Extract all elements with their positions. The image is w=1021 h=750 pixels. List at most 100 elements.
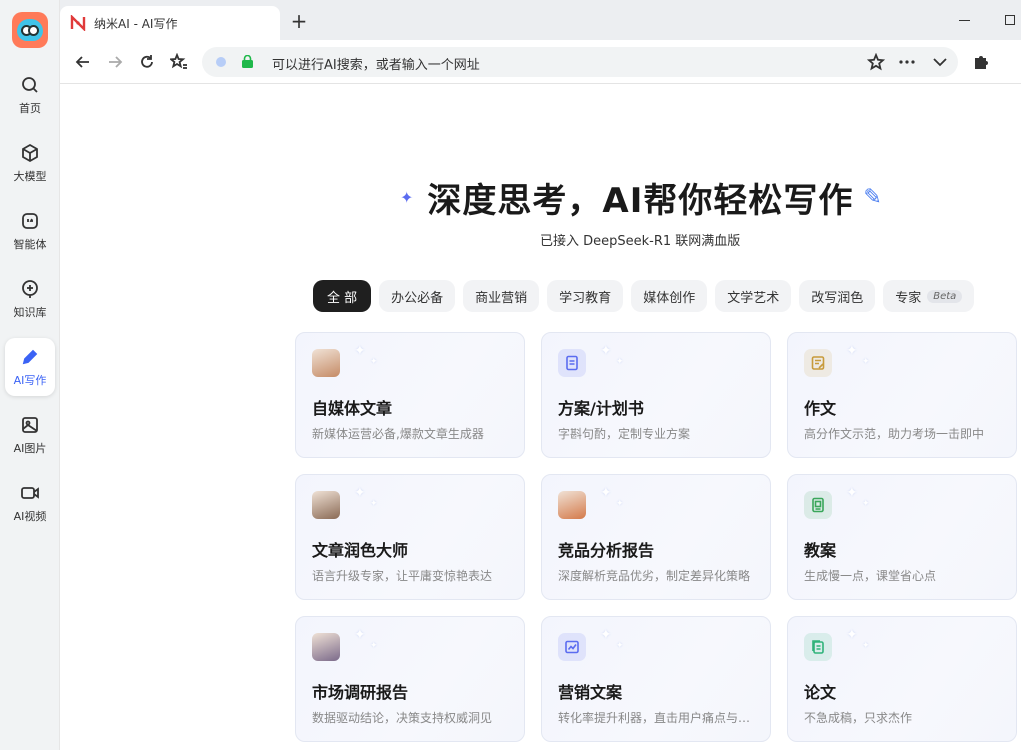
card-title: 论文 [804, 683, 837, 702]
sidebar-item-label: AI图片 [13, 441, 47, 455]
agent-icon [22, 212, 38, 229]
sidebar-item-knowledge[interactable]: 知识库 [5, 270, 55, 328]
sparkle-icon: ✦ [846, 485, 858, 501]
address-placeholder: 可以进行AI搜索，或者输入一个网址 [272, 58, 480, 73]
sidebar-item-ai-writing[interactable]: AI写作 [5, 338, 55, 396]
document-icon [558, 349, 586, 377]
chip-label: 专家 [895, 290, 922, 306]
app-sidebar: 首页 大模型 智能体 知识库 AI写作 AI图片 AI视频 [0, 0, 60, 750]
tab-marketing[interactable]: 商业营销 [463, 280, 540, 312]
forward-button[interactable] [104, 51, 126, 73]
image-icon [22, 416, 38, 433]
card-description: 新媒体运营必备,爆款文章生成器 [312, 427, 484, 441]
notepad-icon [804, 349, 832, 377]
card-description: 语言升级专家，让平庸变惊艳表达 [312, 569, 493, 583]
sparkle-icon: ✦ [616, 499, 624, 509]
card-title: 营销文案 [558, 683, 623, 702]
app-logo-icon[interactable] [12, 12, 48, 48]
analyst-avatar-icon [558, 491, 586, 519]
tab-media[interactable]: 媒体创作 [631, 280, 708, 312]
card-title: 竞品分析报告 [558, 541, 655, 560]
tab-rewrite[interactable]: 改写润色 [799, 280, 876, 312]
nami-logo-icon [70, 15, 86, 31]
sparkle-icon: ✦ [846, 627, 858, 643]
sparkle-icon: ✦ [400, 187, 414, 207]
page-title: 深度思考，AI帮你轻松写作 [427, 180, 854, 221]
card-description: 字斟句酌，定制专业方案 [558, 427, 691, 441]
sparkle-icon: ✦ [862, 499, 870, 509]
favorites-button[interactable] [168, 51, 190, 73]
sidebar-item-home[interactable]: 首页 [5, 66, 55, 124]
card-title: 教案 [804, 541, 837, 560]
knowledge-icon [22, 279, 38, 298]
search-icon [22, 76, 38, 93]
lesson-book-icon [804, 491, 832, 519]
puzzle-icon [975, 56, 988, 69]
back-button[interactable] [72, 51, 94, 73]
beta-badge: Beta [927, 289, 963, 303]
sidebar-item-models[interactable]: 大模型 [5, 134, 55, 192]
template-card[interactable]: ✦ ✦ 教案 生成慢一点，课堂省心点 [787, 474, 1017, 600]
tab-education[interactable]: 学习教育 [547, 280, 624, 312]
sparkle-icon: ✦ [370, 357, 378, 367]
reload-icon [141, 55, 153, 68]
template-card[interactable]: ✦ ✦ 市场调研报告 数据驱动结论，决策支持权威洞见 [295, 616, 525, 742]
template-card[interactable]: ✦ ✦ 竞品分析报告 深度解析竞品优劣，制定差异化策略 [541, 474, 771, 600]
arrow-left-icon [75, 56, 89, 68]
dropdown-button[interactable] [929, 51, 951, 73]
arrow-right-icon [109, 56, 123, 68]
sidebar-item-ai-video[interactable]: AI视频 [5, 474, 55, 532]
more-dots-icon [899, 60, 915, 64]
card-title: 文章润色大师 [312, 541, 409, 560]
reload-button[interactable] [136, 51, 158, 73]
browser-tab[interactable]: 纳米AI - AI写作 [60, 6, 280, 40]
writer-avatar-icon [312, 349, 340, 377]
sidebar-item-label: AI写作 [13, 373, 47, 387]
template-card[interactable]: ✦ ✦ 方案/计划书 字斟句酌，定制专业方案 [541, 332, 771, 458]
lock-icon [242, 55, 253, 68]
research-avatar-icon [312, 633, 340, 661]
sidebar-item-label: 智能体 [13, 237, 47, 251]
sparkle-icon: ✦ [600, 485, 612, 501]
address-bar[interactable]: 可以进行AI搜索，或者输入一个网址 [202, 47, 958, 77]
template-card[interactable]: ✦ ✦ 自媒体文章 新媒体运营必备,爆款文章生成器 [295, 332, 525, 458]
sparkle-icon: ✦ [862, 357, 870, 367]
hero-heading: ✦ 深度思考，AI帮你轻松写作 ✎ [400, 172, 920, 222]
tab-office[interactable]: 办公必备 [379, 280, 456, 312]
card-title: 自媒体文章 [312, 399, 393, 418]
sparkle-icon: ✦ [370, 641, 378, 651]
more-button[interactable] [896, 51, 918, 73]
tab-literature[interactable]: 文学艺术 [715, 280, 792, 312]
card-description: 数据驱动结论，决策支持权威洞见 [312, 711, 493, 725]
star-icon [867, 53, 885, 71]
maximize-button[interactable] [1000, 10, 1020, 30]
sidebar-item-label: AI视频 [13, 509, 47, 523]
paper-icon [804, 633, 832, 661]
sidebar-item-ai-image[interactable]: AI图片 [5, 406, 55, 464]
template-card[interactable]: ✦ ✦ 营销文案 转化率提升利器，直击用户痛点与需求 [541, 616, 771, 742]
tab-all[interactable]: 全 部 [313, 280, 372, 312]
template-card[interactable]: ✦ ✦ 论文 不急成稿，只求杰作 [787, 616, 1017, 742]
sparkle-icon: ✦ [616, 641, 624, 651]
sparkle-icon: ✦ [846, 343, 858, 359]
sparkle-icon: ✦ [616, 357, 624, 367]
video-icon [21, 486, 39, 499]
category-tabs: 全 部 办公必备 商业营销 学习教育 媒体创作 文学艺术 改写润色 专家 Bet… [313, 280, 975, 312]
sparkle-icon: ✦ [354, 627, 366, 643]
new-tab-button[interactable]: + [288, 10, 310, 32]
sidebar-item-label: 首页 [19, 101, 41, 115]
template-card[interactable]: ✦ ✦ 文章润色大师 语言升级专家，让平庸变惊艳表达 [295, 474, 525, 600]
sparkle-icon: ✦ [600, 343, 612, 359]
sparkle-icon: ✦ [370, 499, 378, 509]
browser-tabstrip: 纳米AI - AI写作 + [60, 0, 1021, 40]
card-description: 高分作文示范，助力考场一击即中 [804, 427, 985, 441]
template-card[interactable]: ✦ ✦ 作文 高分作文示范，助力考场一击即中 [787, 332, 1017, 458]
minimize-button[interactable] [954, 10, 974, 30]
browser-toolbar: 可以进行AI搜索，或者输入一个网址 [60, 40, 1021, 84]
model-badge-text: 已接入 DeepSeek-R1 联网满血版 [540, 234, 741, 249]
tab-expert[interactable]: 专家 Beta [883, 280, 975, 312]
extensions-button[interactable] [970, 51, 992, 73]
card-description: 不急成稿，只求杰作 [804, 711, 913, 725]
sidebar-item-agents[interactable]: 智能体 [5, 202, 55, 260]
bookmark-button[interactable] [865, 51, 887, 73]
